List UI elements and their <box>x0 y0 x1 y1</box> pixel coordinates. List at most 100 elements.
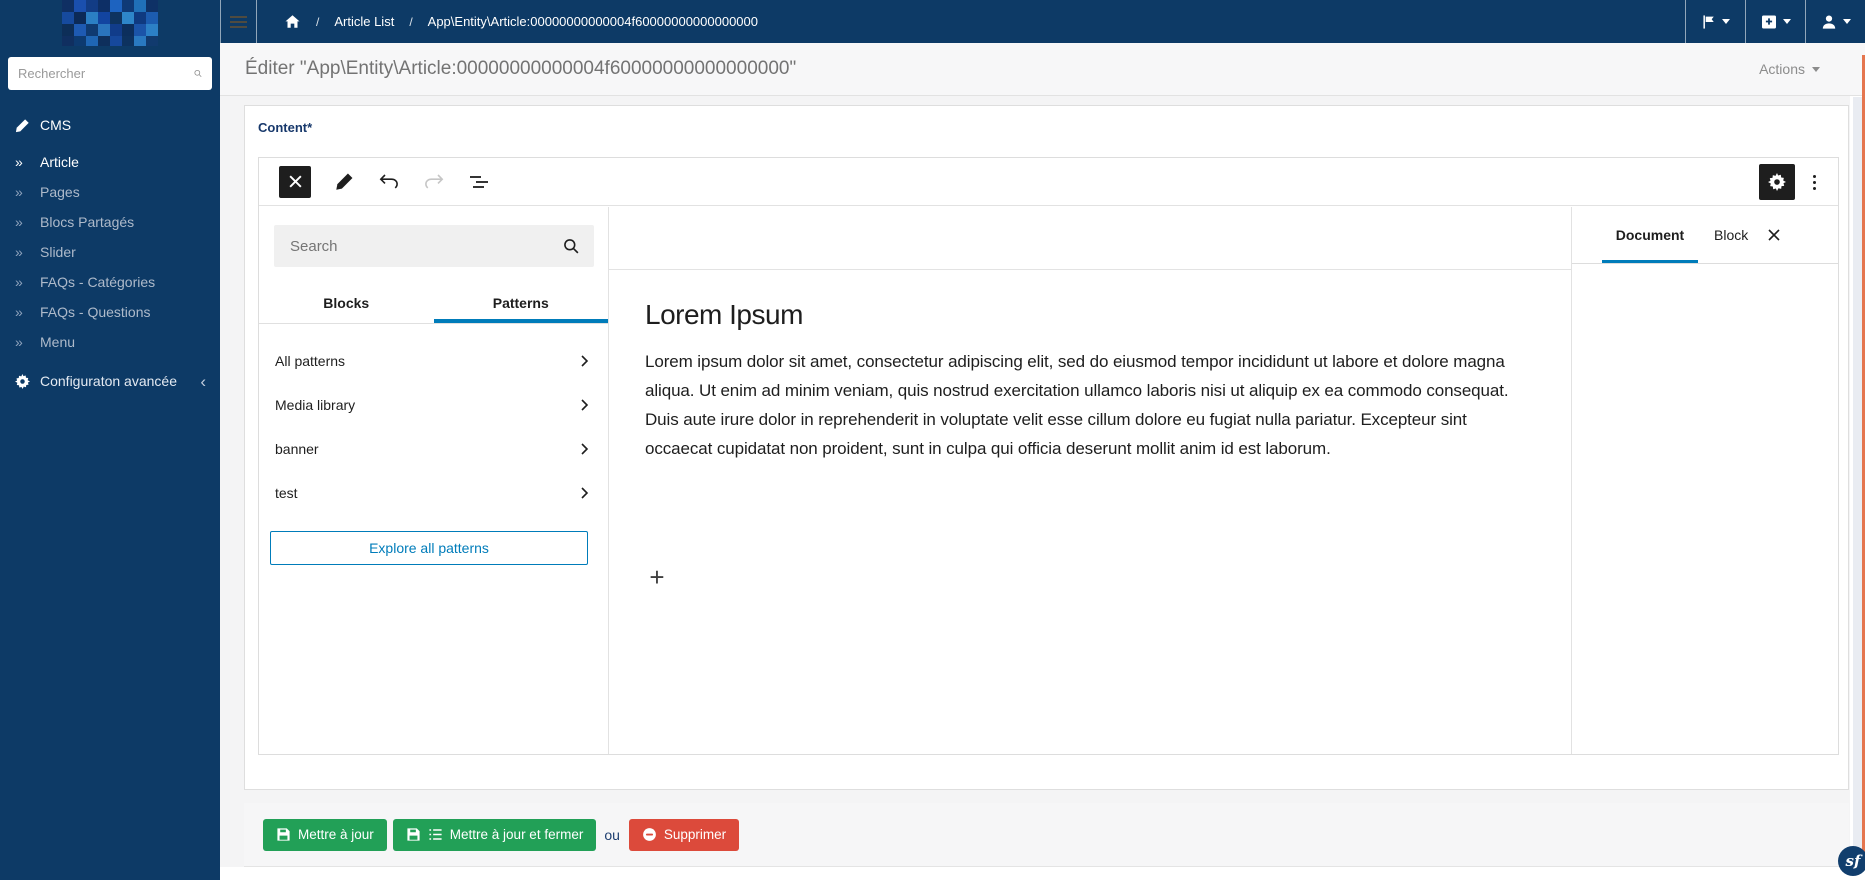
category-label: banner <box>275 441 319 457</box>
minus-circle-icon <box>643 828 656 841</box>
caret-down-icon <box>1842 19 1851 24</box>
heading-block[interactable]: Lorem Ipsum <box>645 299 803 331</box>
home-icon[interactable] <box>284 14 301 30</box>
inserter-panel: Blocks Patterns All patterns Media libra… <box>259 207 609 754</box>
editor-canvas: Lorem Ipsum Lorem ipsum dolor sit amet, … <box>609 207 1571 754</box>
paragraph-block[interactable]: Lorem ipsum dolor sit amet, consectetur … <box>645 347 1527 463</box>
editor-body: Blocks Patterns All patterns Media libra… <box>259 207 1838 754</box>
sidebar-item-label: Blocs Partagés <box>40 214 135 230</box>
angles-right-icon: » <box>15 334 23 350</box>
sidebar: CMS » Article » Pages » Blocs Partagés »… <box>0 0 220 880</box>
tab-document[interactable]: Document <box>1602 207 1698 263</box>
sidebar-item-pages[interactable]: » Pages <box>0 177 220 207</box>
button-label: Supprimer <box>663 827 727 842</box>
redo-icon[interactable] <box>422 170 446 194</box>
top-navbar: / Article List / App\Entity\Article:0000… <box>220 0 1865 43</box>
button-label: Mettre à jour et fermer <box>449 827 584 842</box>
actions-label: Actions <box>1759 61 1805 77</box>
breadcrumb-article-list[interactable]: Article List <box>334 14 394 29</box>
sidebar-item-article[interactable]: » Article <box>0 147 220 177</box>
list-view-icon[interactable] <box>467 170 491 194</box>
app-root: CMS » Article » Pages » Blocs Partagés »… <box>0 0 1865 880</box>
update-and-close-button[interactable]: Mettre à jour et fermer <box>392 818 597 851</box>
sidebar-item-blocs-partages[interactable]: » Blocs Partagés <box>0 207 220 237</box>
navbar-right-group <box>1685 0 1865 43</box>
undo-icon[interactable] <box>377 170 401 194</box>
sidebar-item-label: Article <box>40 154 79 170</box>
inserter-search-input[interactable] <box>290 237 563 255</box>
sidebar-section-cms[interactable]: CMS <box>0 110 220 140</box>
gear-icon <box>1768 173 1786 191</box>
chevron-left-icon[interactable]: ‹ <box>200 373 206 390</box>
menu-toggle-button[interactable] <box>221 0 257 43</box>
sidebar-item-advanced-config[interactable]: Configuraton avancée ‹ <box>0 366 220 396</box>
sidebar-item-menu[interactable]: » Menu <box>0 327 220 357</box>
canvas-divider <box>609 269 1571 270</box>
delete-button[interactable]: Supprimer <box>628 818 740 851</box>
settings-toggle-button[interactable] <box>1759 164 1795 200</box>
inserter-toggle-button[interactable] <box>279 165 311 198</box>
create-dropdown-button[interactable] <box>1745 0 1805 43</box>
locale-dropdown-button[interactable] <box>1685 0 1745 43</box>
tab-block[interactable]: Block <box>1714 207 1748 263</box>
more-options-icon[interactable] <box>1809 171 1820 194</box>
list-icon <box>429 829 442 840</box>
angles-right-icon: » <box>15 304 23 320</box>
breadcrumb-current-entity: App\Entity\Article:00000000000004f600000… <box>427 14 758 29</box>
sidebar-section-label: CMS <box>40 117 72 133</box>
category-label: All patterns <box>275 353 346 369</box>
sidebar-item-faqs-questions[interactable]: » FAQs - Questions <box>0 297 220 327</box>
user-dropdown-button[interactable] <box>1805 0 1865 43</box>
pattern-category-list: All patterns Media library banner test <box>259 339 608 515</box>
sidebar-menu: CMS » Article » Pages » Blocs Partagés »… <box>0 110 220 357</box>
category-label: test <box>275 485 298 501</box>
tab-patterns[interactable]: Patterns <box>434 283 609 323</box>
flag-icon <box>1703 14 1714 29</box>
edit-mode-icon[interactable] <box>332 170 356 194</box>
search-icon <box>194 69 202 78</box>
gear-icon <box>15 373 40 389</box>
inspector-panel: Document Block <box>1571 207 1838 754</box>
pattern-category-media-library[interactable]: Media library <box>259 383 608 427</box>
pattern-category-test[interactable]: test <box>259 471 608 515</box>
page-header: Éditer "App\Entity\Article:0000000000000… <box>220 43 1865 96</box>
content-field-label: Content* <box>258 120 313 135</box>
pattern-category-banner[interactable]: banner <box>259 427 608 471</box>
breadcrumb-separator: / <box>409 14 413 29</box>
caret-down-icon <box>1782 19 1791 24</box>
pattern-category-all[interactable]: All patterns <box>259 339 608 383</box>
angles-right-icon: » <box>15 154 23 170</box>
plus-square-icon <box>1761 15 1776 28</box>
or-label: ou <box>604 826 620 843</box>
chevron-right-icon <box>581 487 589 499</box>
save-icon <box>277 828 290 841</box>
form-actions-footer: Mettre à jour Mettre à jour et fermer ou… <box>244 803 1849 867</box>
sidebar-item-faqs-categories[interactable]: » FAQs - Catégories <box>0 267 220 297</box>
update-button[interactable]: Mettre à jour <box>263 818 387 851</box>
sidebar-item-label: Pages <box>40 184 80 200</box>
sidebar-item-label: FAQs - Questions <box>40 304 151 320</box>
button-label: Mettre à jour <box>298 827 374 842</box>
close-icon <box>288 175 302 188</box>
inserter-search <box>274 225 594 267</box>
close-icon[interactable] <box>1767 228 1781 242</box>
inserter-tabs: Blocks Patterns <box>259 283 608 324</box>
symfony-profiler-badge[interactable]: sf <box>1838 846 1865 876</box>
actions-dropdown-button[interactable]: Actions <box>1759 61 1820 77</box>
bottom-gutter <box>220 867 1865 880</box>
sidebar-item-slider[interactable]: » Slider <box>0 237 220 267</box>
pencil-icon <box>15 118 40 133</box>
tab-blocks[interactable]: Blocks <box>259 283 434 323</box>
block-editor: Blocks Patterns All patterns Media libra… <box>258 157 1839 755</box>
block-appender-button[interactable]: + <box>645 562 669 592</box>
angles-right-icon: » <box>15 244 23 260</box>
explore-all-patterns-button[interactable]: Explore all patterns <box>270 531 588 565</box>
inspector-tabs: Document Block <box>1572 207 1838 264</box>
page-title: Éditer "App\Entity\Article:0000000000000… <box>245 58 797 79</box>
brand-logo <box>62 0 158 46</box>
scrollbar-track[interactable] <box>1853 97 1862 850</box>
sidebar-item-label: Menu <box>40 334 76 350</box>
sidebar-search-input[interactable] <box>18 66 194 81</box>
chevron-right-icon <box>581 443 589 455</box>
save-icon <box>407 828 420 841</box>
